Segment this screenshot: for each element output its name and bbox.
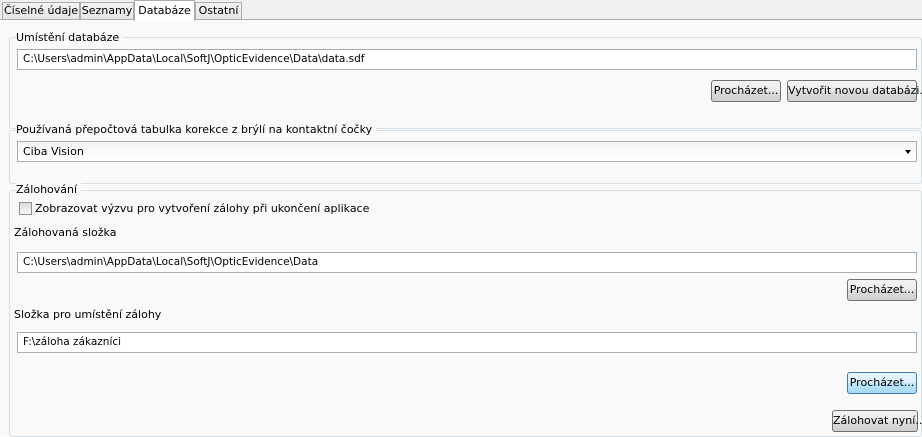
backup-target-field[interactable]: F:\záloha zákazníci [17, 332, 917, 353]
chevron-down-icon [905, 150, 911, 154]
backup-target-browse-button[interactable]: Procházet... [847, 372, 917, 394]
tab-seznamy[interactable]: Seznamy [80, 2, 134, 19]
backup-source-field[interactable]: C:\Users\admin\AppData\Local\SoftJ\Optic… [17, 252, 917, 273]
backup-source-label: Zálohovaná složka [14, 226, 117, 239]
conversion-table-select[interactable]: Ciba Vision [17, 141, 917, 162]
conversion-table-selected-value: Ciba Vision [23, 145, 84, 158]
database-browse-button[interactable]: Procházet... [711, 80, 781, 102]
backup-target-label: Složka pro umístění zálohy [14, 308, 162, 321]
database-path-field[interactable]: C:\Users\admin\AppData\Local\SoftJ\Optic… [17, 49, 917, 70]
backup-prompt-label: Zobrazovat výzvu pro vytvoření zálohy př… [35, 202, 370, 215]
tab-strip: Číselné údaje Seznamy Databáze Ostatní [0, 0, 922, 21]
database-location-legend: Umístění databáze [16, 31, 124, 44]
backup-prompt-checkbox[interactable] [19, 202, 32, 215]
tab-databaze[interactable]: Databáze [134, 0, 195, 21]
backup-now-button[interactable]: Zálohovat nyní... [832, 410, 922, 432]
tab-ostatni[interactable]: Ostatní [195, 2, 242, 19]
conversion-table-legend: Používaná přepočtová tabulka korekce z b… [16, 123, 377, 136]
backup-source-browse-button[interactable]: Procházet... [847, 279, 917, 301]
database-settings-panel: Umístění databáze C:\Users\admin\AppData… [0, 19, 922, 437]
create-database-button[interactable]: Vytvořit novou databázi... [787, 80, 922, 102]
tab-ciselne-udaje[interactable]: Číselné údaje [2, 2, 80, 19]
backup-legend: Zálohování [16, 183, 82, 196]
